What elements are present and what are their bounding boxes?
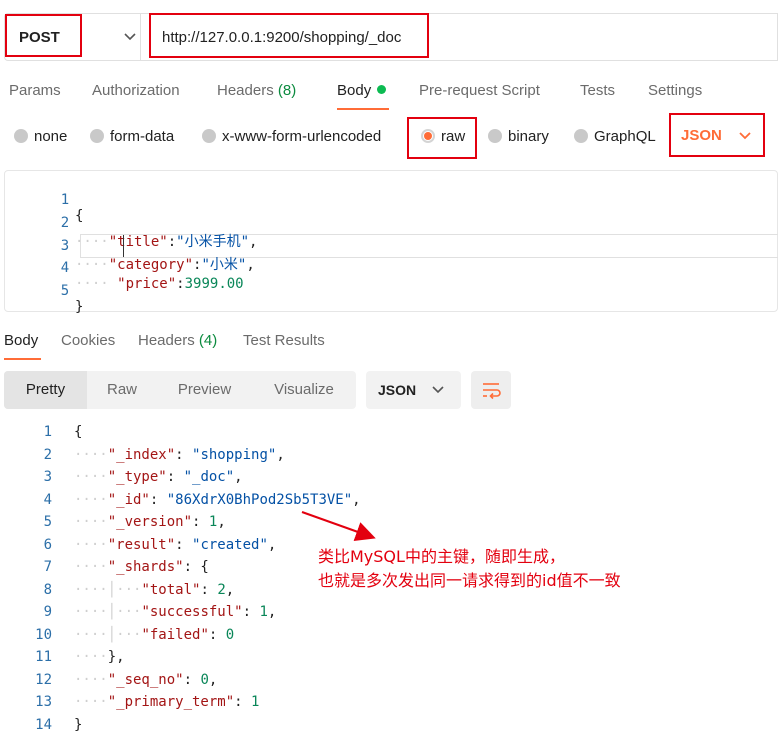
- annotation-arrow: [301, 511, 376, 542]
- annotation-line-1: 类比MySQL中的主键，随即生成，: [318, 547, 565, 566]
- annotation-note: 类比MySQL中的主键，随即生成， 也就是多次发出同一请求得到的id值不一致: [318, 545, 621, 593]
- annotation-line-2: 也就是多次发出同一请求得到的id值不一致: [318, 571, 621, 590]
